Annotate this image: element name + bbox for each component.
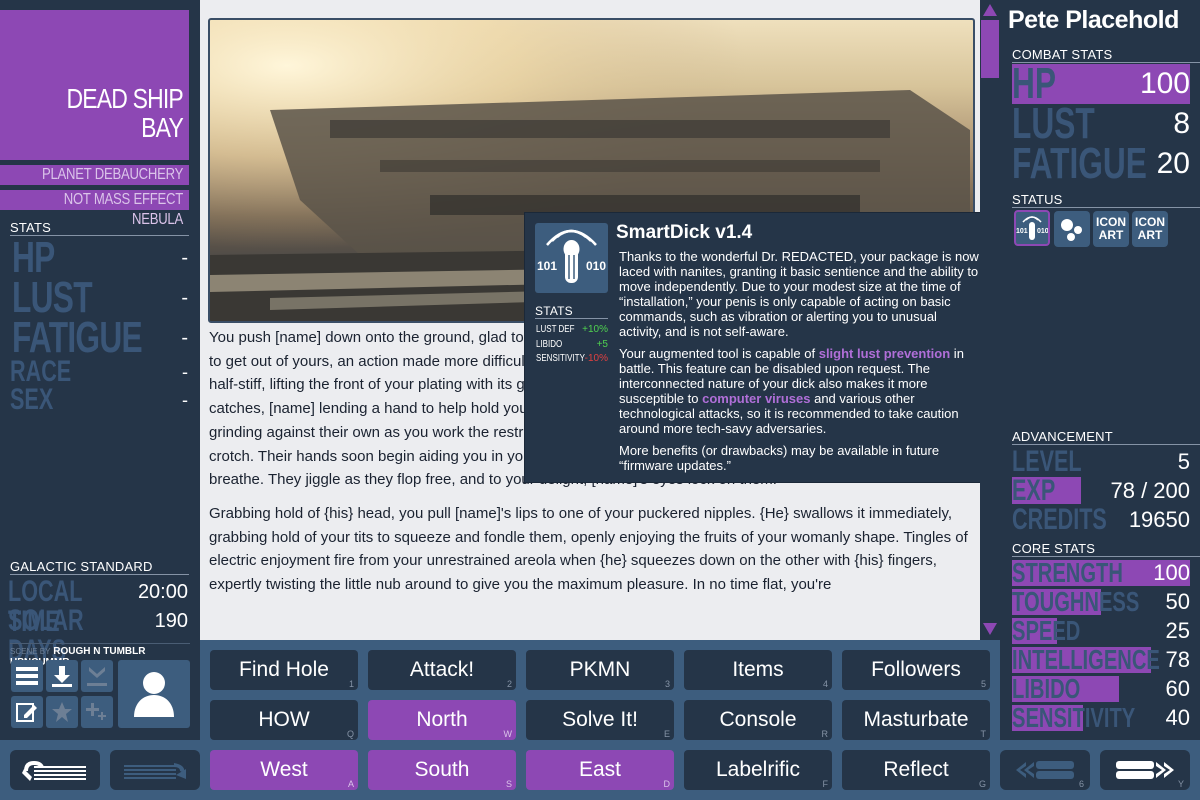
smartdick-icon: 101 010: [1016, 216, 1048, 240]
reflect-button[interactable]: Reflect G: [842, 750, 990, 790]
svg-text:010: 010: [1037, 228, 1048, 235]
prev-page-button[interactable]: 6: [1000, 750, 1090, 790]
core-stats-header: CORE STATS: [1012, 541, 1200, 557]
smartdick-glyph: [546, 229, 597, 283]
star-icon: [52, 702, 72, 722]
combat-lust: LUST 8: [1012, 99, 1190, 148]
pkmn-button[interactable]: PKMN 3: [526, 650, 674, 690]
attack-button[interactable]: Attack! 2: [368, 650, 516, 690]
next-arrows-icon: [1116, 761, 1174, 779]
lines-arrow-icon: [124, 763, 186, 779]
smartdick-status-icon[interactable]: 101 010: [1014, 210, 1050, 246]
west-button[interactable]: West A: [210, 750, 358, 790]
left-fatigue-stat: FATIGUE -: [12, 313, 188, 362]
find-hole-button[interactable]: Find Hole 1: [210, 650, 358, 690]
icon-art-status-icon[interactable]: ICON ART: [1093, 211, 1129, 247]
scrollbar-thumb[interactable]: [981, 20, 999, 78]
player-name: Pete Placehold: [1008, 6, 1179, 34]
sparkle-plus-icon: [86, 703, 106, 720]
items-button[interactable]: Items 4: [684, 650, 832, 690]
libido-stat: LIBIDO 60: [1012, 673, 1190, 704]
level-stat: LEVEL 5: [1012, 445, 1190, 478]
credits-stat: CREDITS 19650: [1012, 503, 1190, 536]
story-paragraph: Grabbing hold of {his} head, you pull [n…: [209, 504, 968, 594]
edit-icon: [16, 703, 37, 722]
followers-button[interactable]: Followers 5: [842, 650, 990, 690]
solar-days: SOLAR DAYS 190: [8, 604, 188, 667]
load-icon: [87, 667, 107, 686]
how-button[interactable]: HOW Q: [210, 700, 358, 740]
speed-stat: SPEED 25: [1012, 615, 1190, 646]
bubbles-status-icon[interactable]: [1054, 211, 1090, 247]
tooltip-stat-sensitivity: SENSITIVITY -10%: [536, 353, 608, 364]
east-button[interactable]: East D: [526, 750, 674, 790]
next-page-button[interactable]: Y: [1100, 750, 1190, 790]
perks-button[interactable]: [46, 696, 78, 728]
tooltip-stat-libido: LIBIDO +5: [536, 339, 608, 350]
advancement-header: ADVANCEMENT: [1012, 429, 1200, 445]
scroll-down-arrow-icon[interactable]: [983, 623, 997, 635]
svg-text:101: 101: [1016, 228, 1028, 235]
save-button[interactable]: [46, 660, 78, 692]
location-title: DEAD SHIP BAY: [66, 83, 184, 143]
menu-icon: [16, 667, 38, 685]
planet-name: PLANET DEBAUCHERY: [0, 165, 189, 185]
strength-stat: STRENGTH 100: [1012, 557, 1190, 588]
tooltip-stats-header: STATS: [535, 304, 608, 319]
south-button[interactable]: South S: [368, 750, 516, 790]
main-menu-button[interactable]: [11, 660, 43, 692]
console-button[interactable]: Console R: [684, 700, 832, 740]
user-avatar-icon: [134, 672, 174, 717]
solve-it-button[interactable]: Solve It! E: [526, 700, 674, 740]
status-header: STATUS: [1012, 192, 1200, 208]
left-sex-stat: SEX -: [10, 383, 188, 416]
smartdick-icon: 101 010: [535, 223, 608, 293]
tooltip-title: SmartDick v1.4: [616, 222, 753, 243]
appearance-button[interactable]: [11, 696, 43, 728]
intelligence-stat: INTELLIGENCE 78: [1012, 644, 1190, 675]
system-name: NOT MASS EFFECT NEBULA: [0, 190, 189, 228]
local-time: LOCAL TIME 20:00: [8, 575, 188, 638]
appearance-toggle-button[interactable]: [110, 750, 200, 790]
sensitivity-stat: SENSITIVITY 40: [1012, 702, 1190, 733]
tooltip-stat-lust-def: LUST DEF +10%: [536, 324, 608, 335]
icon-art-status-icon[interactable]: ICON ART: [1132, 211, 1168, 247]
galactic-standard-header: GALACTIC STANDARD: [10, 559, 189, 575]
scroll-up-arrow-icon[interactable]: [983, 4, 997, 16]
data-button[interactable]: [10, 750, 100, 790]
toughness-stat: TOUGHNESS 50: [1012, 586, 1190, 617]
download-icon: [52, 666, 72, 687]
scrollbar-track[interactable]: [980, 0, 1000, 640]
character-portrait-button[interactable]: [118, 660, 190, 728]
location-title-box: DEAD SHIP BAY: [0, 10, 189, 160]
labelrific-button[interactable]: Labelrific F: [684, 750, 832, 790]
combat-fatigue: FATIGUE 20: [1012, 139, 1190, 188]
load-button[interactable]: [81, 660, 113, 692]
data-icon: [22, 761, 86, 781]
combat-hp: HP 100: [1012, 59, 1190, 108]
left-race-stat: RACE -: [10, 355, 188, 388]
north-button[interactable]: North W: [368, 700, 516, 740]
bubbles-icon: [1061, 219, 1082, 241]
item-tooltip: 101 010 SmartDick v1.4 STATS LUST DEF +10…: [524, 212, 991, 483]
masturbate-button[interactable]: Masturbate T: [842, 700, 990, 740]
prev-arrows-icon: [1016, 761, 1074, 779]
exp-stat: EXP 78 / 200: [1012, 474, 1190, 507]
tooltip-description: Thanks to the wonderful Dr. REDACTED, yo…: [619, 249, 979, 473]
level-up-button[interactable]: [81, 696, 113, 728]
